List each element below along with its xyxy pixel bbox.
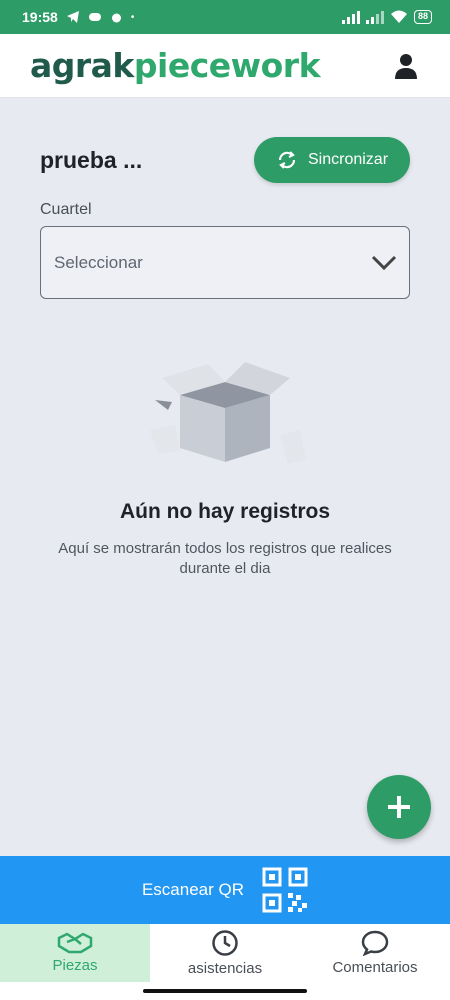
notification-icons: • bbox=[66, 11, 135, 24]
dot-icon: • bbox=[130, 11, 135, 23]
tab-asistencias[interactable]: asistencias bbox=[150, 924, 300, 982]
telegram-icon bbox=[66, 11, 79, 23]
logo-part-1: agrak bbox=[30, 46, 134, 85]
battery-icon: 88 bbox=[413, 10, 432, 24]
gesture-bar bbox=[0, 982, 450, 1000]
handshake-icon bbox=[57, 932, 93, 954]
tab-label: Comentarios bbox=[332, 959, 418, 976]
select-value: Seleccionar bbox=[54, 252, 143, 272]
empty-description: Aquí se mostrarán todos los registros qu… bbox=[58, 540, 392, 577]
tab-comentarios[interactable]: Comentarios bbox=[300, 924, 450, 982]
cuartel-select[interactable]: Seleccionar bbox=[40, 226, 410, 299]
tab-label: Piezas bbox=[52, 957, 98, 974]
tab-piezas[interactable]: Piezas bbox=[0, 924, 150, 982]
clock-icon bbox=[212, 930, 238, 956]
tab-label: asistencias bbox=[187, 960, 263, 977]
app-header: agrakpiecework bbox=[0, 34, 450, 98]
page-title: prueba ... bbox=[40, 146, 143, 173]
title-row: prueba ... Sincronizar bbox=[40, 136, 410, 184]
bottom-nav: Piezas asistencias Comentarios bbox=[0, 924, 450, 982]
bug-icon bbox=[111, 13, 121, 22]
qr-code-icon bbox=[262, 867, 308, 913]
discord-icon bbox=[88, 13, 101, 21]
empty-box-icon bbox=[150, 362, 306, 464]
sync-button[interactable]: Sincronizar bbox=[254, 137, 410, 183]
sync-label: Sincronizar bbox=[307, 151, 389, 168]
sync-icon bbox=[278, 151, 296, 169]
signal-icon bbox=[341, 10, 360, 24]
signal-icon-2 bbox=[365, 10, 384, 24]
logo-part-2: piecework bbox=[133, 46, 321, 85]
system-icons: 88 bbox=[341, 10, 432, 24]
status-time: 19:58 bbox=[22, 9, 58, 25]
add-button[interactable] bbox=[367, 775, 431, 839]
empty-title: Aún no hay registros bbox=[119, 500, 331, 523]
scan-label: Escanear QR bbox=[141, 880, 245, 899]
scan-qr-button[interactable]: Escanear QR bbox=[0, 856, 450, 924]
plus-icon bbox=[388, 796, 410, 818]
chevron-down-icon bbox=[371, 255, 397, 270]
gesture-handle[interactable] bbox=[143, 989, 307, 993]
user-icon[interactable] bbox=[392, 52, 420, 80]
cuartel-label: Cuartel bbox=[40, 201, 92, 218]
status-bar: 19:58 • 88 bbox=[0, 0, 450, 34]
comment-icon bbox=[361, 930, 389, 956]
wifi-icon bbox=[390, 10, 407, 23]
app-logo: agrakpiecework bbox=[30, 46, 321, 85]
